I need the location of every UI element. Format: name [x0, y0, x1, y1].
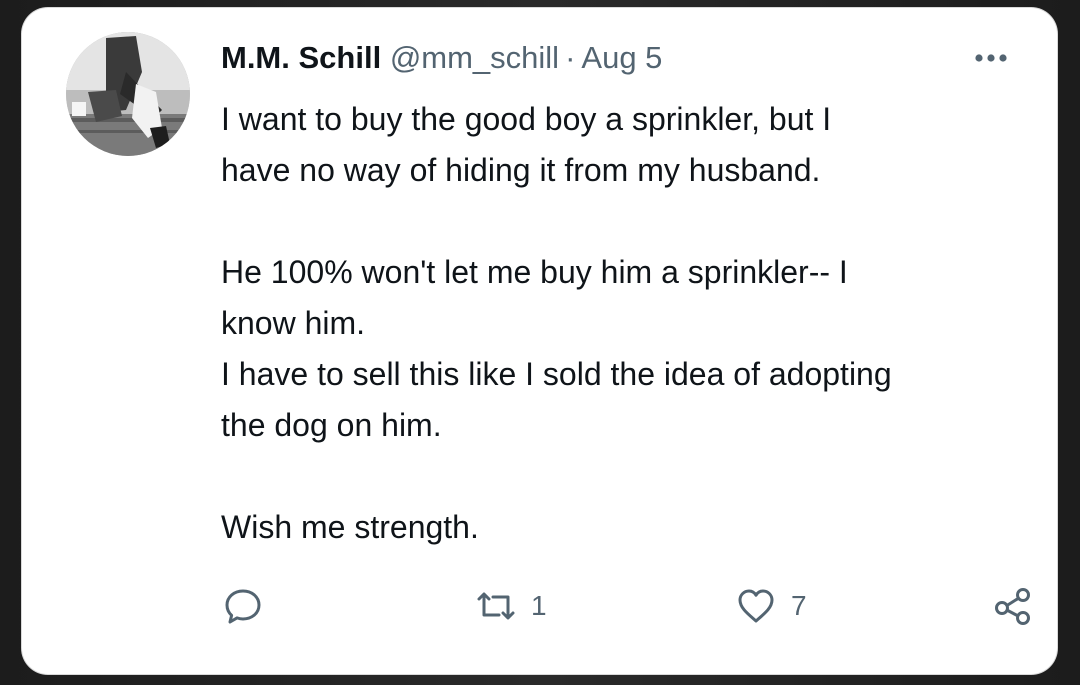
like-button[interactable]: 7: [733, 584, 807, 628]
reply-button[interactable]: [221, 584, 265, 628]
author-handle[interactable]: @mm_schill: [390, 40, 559, 75]
header-separator: ·: [565, 40, 576, 75]
tweet-actions: 1 7: [221, 584, 1030, 628]
screenshot-frame: M.M. Schill @mm_schill · Aug 5 I want to b…: [0, 0, 1080, 685]
avatar-photo: [66, 32, 190, 156]
share-icon: [991, 584, 1035, 628]
tweet-paragraph: I want to buy the good boy a sprinkler, …: [221, 101, 832, 188]
tweet-date[interactable]: Aug 5: [581, 40, 662, 75]
like-count: 7: [791, 590, 807, 621]
retweet-button[interactable]: 1: [473, 584, 547, 628]
tweet-text: I want to buy the good boy a sprinkler, …: [221, 94, 1041, 553]
tweet-paragraph: He 100% won't let me buy him a sprinkler…: [221, 254, 892, 443]
share-button[interactable]: [991, 584, 1035, 628]
heart-icon: [733, 584, 779, 628]
avatar[interactable]: [66, 32, 190, 156]
retweet-icon: [473, 584, 519, 628]
tweet-header: M.M. Schill @mm_schill · Aug 5: [221, 38, 662, 78]
author-name[interactable]: M.M. Schill: [221, 40, 381, 75]
tweet-paragraph: Wish me strength.: [221, 509, 479, 545]
retweet-count: 1: [531, 590, 547, 621]
tweet-card[interactable]: M.M. Schill @mm_schill · Aug 5 I want to b…: [22, 8, 1057, 674]
more-icon[interactable]: [966, 40, 1016, 76]
reply-icon: [221, 584, 265, 628]
